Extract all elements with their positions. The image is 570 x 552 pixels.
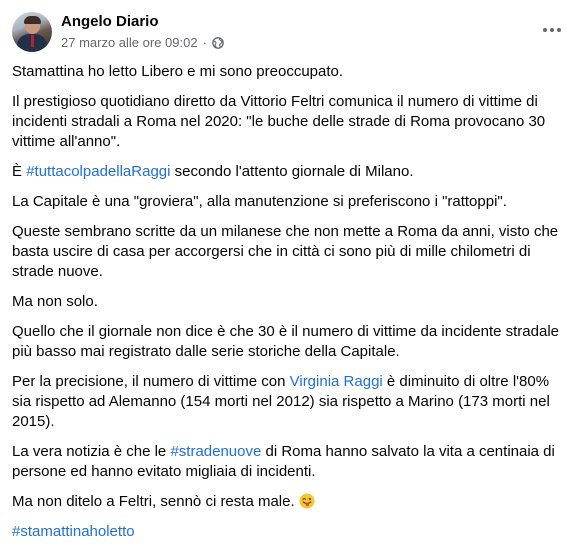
paragraph-10: Ma non ditelo a Feltri, sennò ci resta m… <box>12 492 560 512</box>
paragraph-3: È #tuttacolpadellaRaggi secondo l'attent… <box>12 162 560 182</box>
paragraph-9: La vera notizia è che le #stradenuove di… <box>12 442 560 482</box>
paragraph-3-suffix: secondo l'attento giornale di Milano. <box>170 163 414 180</box>
paragraph-7: Quello che il giornale non dice è che 30… <box>12 323 559 360</box>
winking-tongue-emoji <box>299 493 315 509</box>
more-options-icon[interactable] <box>540 22 564 38</box>
post-timestamp[interactable]: 27 marzo alle ore 09:02 <box>61 35 198 50</box>
facebook-post: Angelo Diario 27 marzo alle ore 09:02 · … <box>0 0 570 540</box>
paragraph-3-prefix: È <box>12 163 27 180</box>
hashtag-tuttacolpadellaraggi[interactable]: #tuttacolpadellaRaggi <box>26 163 170 180</box>
author-name[interactable]: Angelo Diario <box>61 13 159 30</box>
post-body: Stamattina ho letto Libero e mi sono pre… <box>12 62 560 552</box>
post-meta: 27 marzo alle ore 09:02 · <box>61 35 224 50</box>
paragraph-2: Il prestigioso quotidiano diretto da Vit… <box>12 93 546 150</box>
mention-virginia-raggi[interactable]: Virginia Raggi <box>290 373 383 390</box>
paragraph-11: #stamattinaholetto <box>12 522 560 542</box>
globe-icon[interactable] <box>212 36 224 49</box>
paragraph-5: Queste sembrano scritte da un milanese c… <box>12 223 559 280</box>
paragraph-8: Per la precisione, il numero di vittime … <box>12 372 560 432</box>
paragraph-1: Stamattina ho letto Libero e mi sono pre… <box>12 63 344 80</box>
hashtag-stamattinaholetto[interactable]: #stamattinaholetto <box>12 523 135 540</box>
paragraph-8-prefix: Per la precisione, il numero di vittime … <box>12 373 290 390</box>
meta-separator: · <box>202 35 207 50</box>
author-avatar[interactable] <box>12 12 52 52</box>
paragraph-9-prefix: La vera notizia è che le <box>12 443 171 460</box>
paragraph-4: La Capitale è una "groviera", alla manut… <box>12 193 507 210</box>
hashtag-stradenuove[interactable]: #stradenuove <box>170 443 261 460</box>
paragraph-10-text: Ma non ditelo a Feltri, sennò ci resta m… <box>12 493 299 510</box>
paragraph-6: Ma non solo. <box>12 293 98 310</box>
